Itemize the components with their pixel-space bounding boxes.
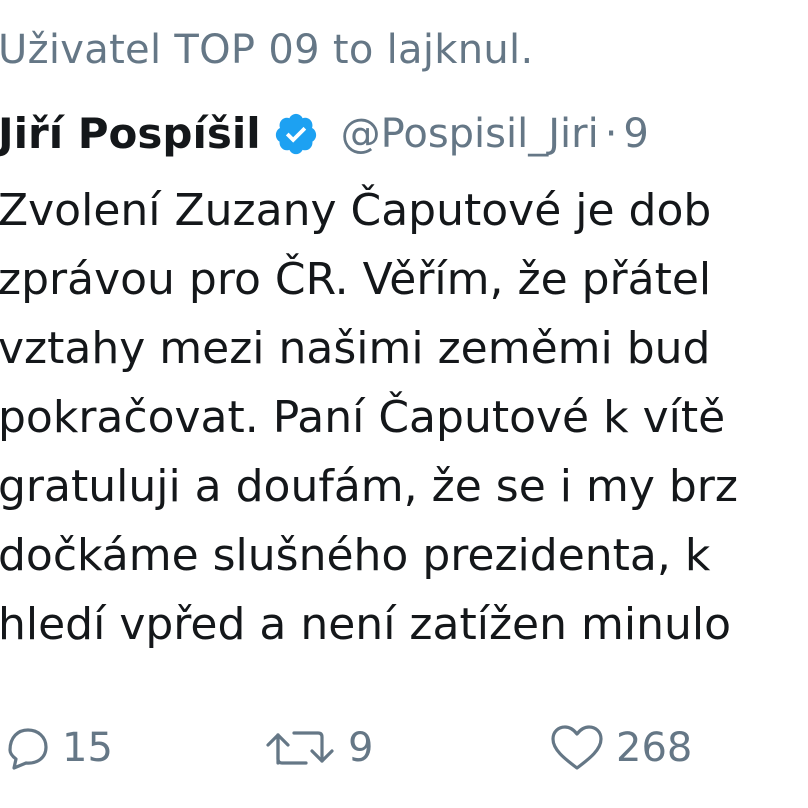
verified-badge-icon xyxy=(275,113,316,155)
tweet-text-line: gratuluji a doufám, že se i my brz xyxy=(0,461,738,512)
reply-button[interactable]: 15 xyxy=(2,718,113,778)
tweet-header: Jiří Pospíšil @Pospisil_Jiri · 9 xyxy=(0,104,649,164)
retweet-button[interactable]: 9 xyxy=(262,718,373,778)
like-count: 268 xyxy=(616,725,693,771)
tweet-text-line: vztahy mezi našimi zeměmi bud xyxy=(0,323,711,374)
tweet-text: Zvolení Zuzany Čaputové je dob zprávou p… xyxy=(0,176,808,659)
heart-icon xyxy=(551,725,603,770)
tweet-text-line: Zvolení Zuzany Čaputové je dob xyxy=(0,185,712,236)
author-handle[interactable]: @Pospisil_Jiri xyxy=(341,114,599,154)
tweet-actions-bar: 15 9 268 xyxy=(0,718,808,778)
retweet-count: 9 xyxy=(348,725,374,771)
reply-count: 15 xyxy=(62,725,113,771)
tweet-text-line: zprávou pro ČR. Věřím, že přátel xyxy=(0,254,712,305)
header-separator: · xyxy=(604,111,618,157)
social-context-label: Uživatel TOP 09 to lajknul. xyxy=(0,27,534,73)
tweet-timestamp[interactable]: 9 xyxy=(623,114,648,154)
like-button[interactable]: 268 xyxy=(548,718,692,778)
tweet-text-line: hledí vpřed a není zatížen minulo xyxy=(0,599,731,650)
retweet-icon xyxy=(266,731,334,765)
author-name[interactable]: Jiří Pospíšil xyxy=(0,113,261,155)
tweet-text-line: pokračovat. Paní Čaputové k vítě xyxy=(0,392,726,443)
tweet-text-line: dočkáme slušného prezidenta, k xyxy=(0,530,711,581)
reply-icon xyxy=(8,728,48,770)
